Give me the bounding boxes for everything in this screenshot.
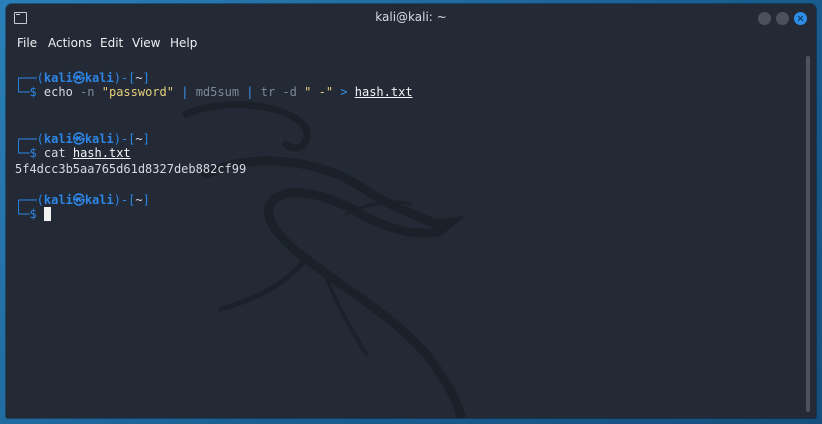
command-output: 5f4dcc3b5aa765d61d8327deb882cf99	[15, 162, 247, 176]
kali-dragon-watermark	[182, 101, 468, 418]
input-filename: hash.txt	[72, 146, 131, 160]
active-prompt-line[interactable]: └─$	[15, 207, 51, 221]
prompt-header: ┌──(kali㉿kali)-[~]	[15, 193, 150, 207]
title-bar[interactable]: kali@kali: ~	[6, 4, 816, 32]
redirect-operator: >	[340, 85, 348, 99]
maximize-button[interactable]	[776, 12, 789, 25]
prompt-host: kali	[84, 193, 114, 207]
command-arg: md5sum	[195, 85, 240, 99]
prompt-header: ┌──(kali㉿kali)-[~]	[15, 71, 150, 85]
menu-file[interactable]: File	[17, 36, 37, 50]
prompt-host: kali	[84, 71, 114, 85]
terminal-output[interactable]: ┌──(kali㉿kali)-[~] └─$ echo -n "password…	[6, 54, 816, 418]
prompt-symbol: $	[29, 85, 37, 99]
prompt-header: ┌──(kali㉿kali)-[~]	[15, 132, 150, 146]
menu-edit[interactable]: Edit	[100, 36, 123, 50]
close-button[interactable]	[794, 12, 807, 25]
prompt-dir: ~	[135, 193, 143, 207]
prompt-symbol: $	[29, 146, 37, 160]
prompt-user: kali	[43, 71, 73, 85]
command-arg: -n	[80, 85, 95, 99]
prompt-symbol: $	[29, 207, 37, 221]
vertical-scrollbar[interactable]	[806, 56, 810, 412]
prompt-user: kali	[43, 132, 73, 146]
text-cursor	[43, 207, 51, 221]
command-arg: "password"	[101, 85, 174, 99]
terminal-window: kali@kali: ~ File Actions Edit View Help…	[6, 4, 816, 418]
output-filename: hash.txt	[354, 85, 413, 99]
pipe-operator: |	[181, 85, 189, 99]
menu-help[interactable]: Help	[170, 36, 197, 50]
pipe-operator: |	[246, 85, 254, 99]
command-arg: tr	[260, 85, 276, 99]
minimize-button[interactable]	[758, 12, 771, 25]
command-arg: -d	[282, 85, 297, 99]
command-line: └─$ echo -n "password" | md5sum | tr -d …	[15, 85, 413, 99]
menu-bar: File Actions Edit View Help	[6, 32, 816, 54]
command-name: echo	[43, 85, 73, 99]
prompt-dir: ~	[135, 132, 143, 146]
command-line: └─$ cat hash.txt	[15, 146, 131, 160]
prompt-host: kali	[84, 132, 114, 146]
command-name: cat	[43, 146, 66, 160]
menu-actions[interactable]: Actions	[48, 36, 92, 50]
window-title: kali@kali: ~	[375, 10, 447, 24]
prompt-dir: ~	[135, 71, 143, 85]
command-arg: " -"	[304, 85, 334, 99]
prompt-user: kali	[43, 193, 73, 207]
menu-view[interactable]: View	[132, 36, 160, 50]
